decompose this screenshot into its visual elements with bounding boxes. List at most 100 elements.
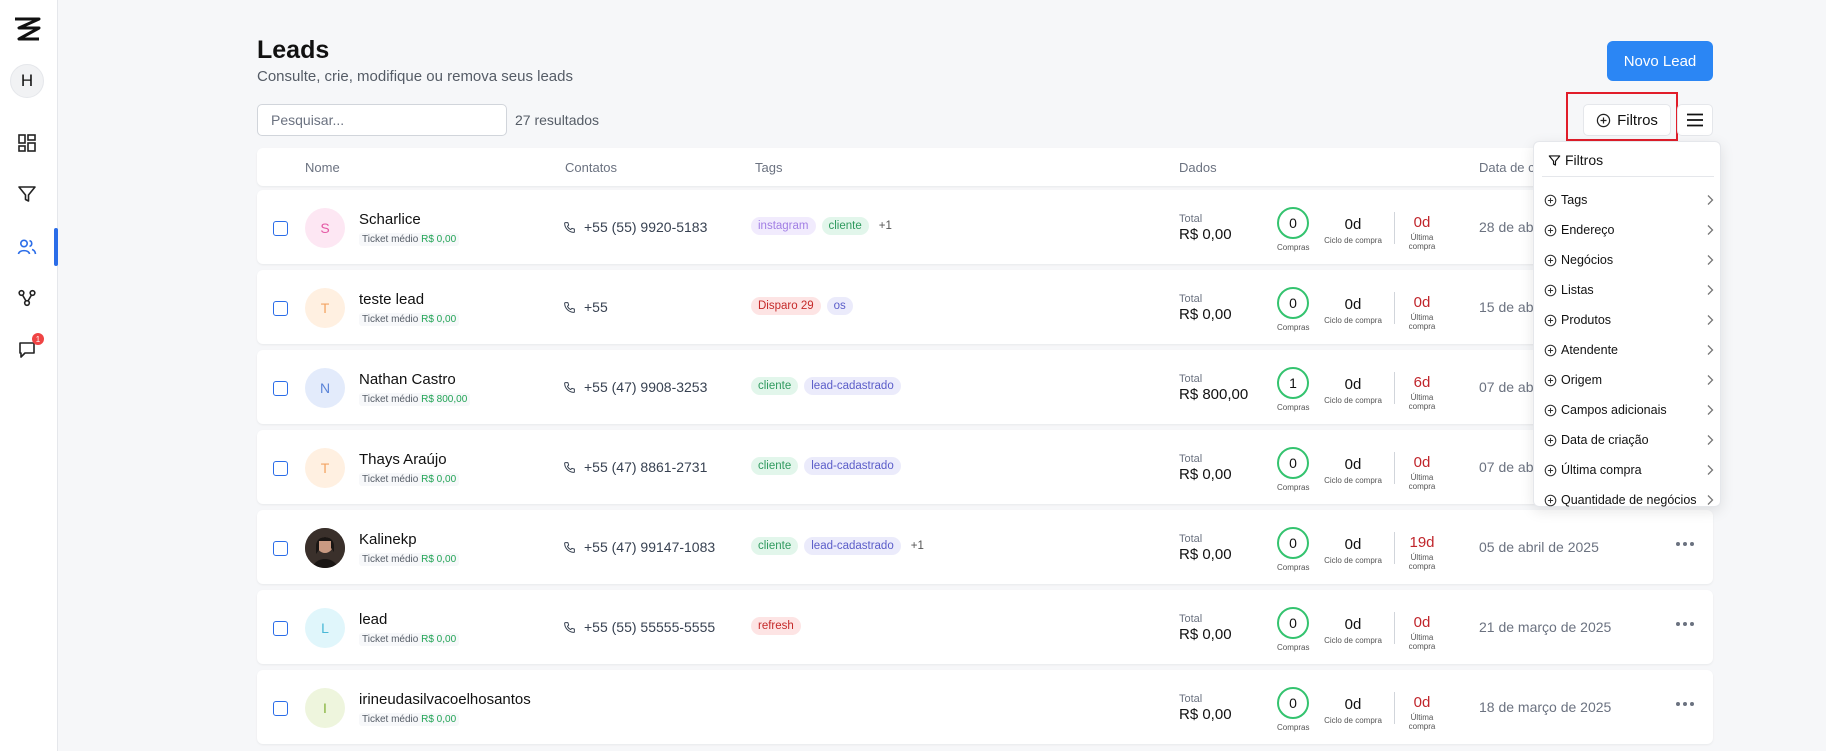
phone-icon (564, 621, 575, 633)
contact-phone[interactable]: +55 (55) 9920-5183 (563, 219, 707, 235)
phone-number: +55 (47) 9908-3253 (584, 379, 708, 395)
filter-option[interactable]: Endereço (1544, 218, 1716, 242)
last-purchase-label-line2: compra (1408, 642, 1436, 651)
ticket-value: R$ 0,00 (421, 314, 457, 325)
column-date[interactable]: Data de c (1479, 160, 1535, 175)
last-purchase-label-line1: Última (1410, 553, 1434, 562)
created-date: 21 de março de 2025 (1479, 619, 1612, 635)
tag-badge[interactable]: cliente (751, 537, 799, 555)
total-label: Total (1179, 453, 1203, 465)
table-row[interactable]: T teste lead Ticket médio R$ 0,00 +55 Di… (257, 270, 1713, 344)
contact-phone[interactable]: +55 (47) 8861-2731 (563, 459, 707, 475)
table-row[interactable]: S Scharlice Ticket médio R$ 0,00 +55 (55… (257, 190, 1713, 264)
tag-badge[interactable]: lead-cadastrado (804, 377, 901, 395)
user-avatar[interactable]: H (10, 64, 44, 98)
total-label: Total (1179, 533, 1203, 545)
filter-option[interactable]: Quantidade de negócios (1544, 488, 1716, 512)
lead-name[interactable]: lead (359, 611, 387, 628)
row-checkbox[interactable] (273, 381, 288, 396)
filter-option[interactable]: Tags (1544, 188, 1716, 212)
lead-name[interactable]: teste lead (359, 291, 424, 308)
notification-badge: 1 (32, 333, 44, 345)
phone-number: +55 (55) 9920-5183 (584, 219, 708, 235)
table-row[interactable]: Kalinekp Ticket médio R$ 0,00 +55 (47) 9… (257, 510, 1713, 584)
plus-circle-icon (1544, 404, 1557, 416)
new-lead-button[interactable]: Novo Lead (1607, 41, 1713, 81)
funnel-icon[interactable] (15, 182, 39, 206)
lead-name[interactable]: Scharlice (359, 211, 421, 228)
purchases-count: 0 (1277, 207, 1309, 239)
flow-icon[interactable] (15, 286, 39, 310)
row-checkbox[interactable] (273, 621, 288, 636)
tag-badge[interactable]: lead-cadastrado (804, 537, 901, 555)
cycle-label: Ciclo de compra (1324, 716, 1382, 725)
filter-option[interactable]: Data de criação (1544, 428, 1716, 452)
column-name[interactable]: Nome (305, 160, 340, 175)
last-purchase-value: 0d (1413, 214, 1431, 231)
total-value: R$ 0,00 (1179, 706, 1232, 723)
lead-name[interactable]: Kalinekp (359, 531, 417, 548)
search-input[interactable] (257, 104, 507, 136)
column-contacts[interactable]: Contatos (565, 160, 617, 175)
more-actions-icon[interactable] (1676, 702, 1694, 706)
more-tags[interactable]: +1 (875, 217, 896, 235)
more-actions-icon[interactable] (1676, 542, 1694, 546)
table-row[interactable]: N Nathan Castro Ticket médio R$ 800,00 +… (257, 350, 1713, 424)
filter-option-label: Tags (1561, 193, 1588, 207)
lead-name[interactable]: irineudasilvacoelhosantos (359, 691, 531, 708)
users-icon[interactable] (15, 235, 39, 259)
tag-badge[interactable]: cliente (821, 217, 869, 235)
filter-option[interactable]: Última compra (1544, 458, 1716, 482)
last-purchase-label: Última compra (1403, 553, 1441, 571)
contact-phone[interactable]: +55 (563, 299, 608, 315)
logo-icon[interactable] (12, 14, 42, 44)
contact-phone[interactable]: +55 (47) 99147-1083 (563, 539, 715, 555)
menu-button[interactable] (1677, 104, 1713, 136)
phone-number: +55 (47) 99147-1083 (584, 539, 716, 555)
tag-badge[interactable]: lead-cadastrado (804, 457, 901, 475)
cycle-label: Ciclo de compra (1324, 556, 1382, 565)
last-purchase-label-line2: compra (1408, 562, 1436, 571)
row-checkbox[interactable] (273, 221, 288, 236)
more-tags[interactable]: +1 (907, 537, 928, 555)
tag-badge[interactable]: Disparo 29 (751, 297, 821, 315)
contact-phone[interactable]: +55 (47) 9908-3253 (563, 379, 707, 395)
avatar-initial: S (320, 220, 330, 236)
ticket-info: Ticket médio R$ 0,00 (359, 233, 460, 246)
dashboard-icon[interactable] (15, 131, 39, 155)
row-checkbox[interactable] (273, 301, 288, 316)
divider (1394, 372, 1395, 404)
tag-badge[interactable]: cliente (751, 377, 799, 395)
filter-option[interactable]: Listas (1544, 278, 1716, 302)
table-row[interactable]: I irineudasilvacoelhosantos Ticket médio… (257, 670, 1713, 744)
lead-name[interactable]: Nathan Castro (359, 371, 456, 388)
row-checkbox[interactable] (273, 701, 288, 716)
tag-badge[interactable]: refresh (751, 617, 801, 635)
filter-option[interactable]: Negócios (1544, 248, 1716, 272)
last-purchase-label-line1: Última (1410, 233, 1434, 242)
tags-list: cliente lead-cadastrado (751, 457, 901, 475)
contact-phone[interactable]: +55 (55) 55555-5555 (563, 619, 715, 635)
table-row[interactable]: T Thays Araújo Ticket médio R$ 0,00 +55 … (257, 430, 1713, 504)
chevron-right-icon (1707, 405, 1714, 415)
ticket-value: R$ 800,00 (421, 394, 468, 405)
tag-badge[interactable]: os (826, 297, 853, 315)
column-tags[interactable]: Tags (755, 160, 782, 175)
row-checkbox[interactable] (273, 461, 288, 476)
filter-option[interactable]: Origem (1544, 368, 1716, 392)
filter-option[interactable]: Produtos (1544, 308, 1716, 332)
more-actions-icon[interactable] (1676, 622, 1694, 626)
tag-badge[interactable]: cliente (751, 457, 799, 475)
tag-badge[interactable]: instagram (751, 217, 816, 235)
lead-name[interactable]: Thays Araújo (359, 451, 447, 468)
filter-option[interactable]: Atendente (1544, 338, 1716, 362)
filter-option[interactable]: Campos adicionais (1544, 398, 1716, 422)
table-row[interactable]: L lead Ticket médio R$ 0,00 +55 (55) 555… (257, 590, 1713, 664)
column-data[interactable]: Dados (1179, 160, 1217, 175)
ticket-label: Ticket médio (362, 314, 419, 325)
filters-button[interactable]: Filtros (1583, 104, 1671, 136)
plus-circle-icon (1544, 494, 1557, 506)
row-checkbox[interactable] (273, 541, 288, 556)
divider (1394, 692, 1395, 724)
last-purchase-value: 0d (1413, 694, 1431, 711)
